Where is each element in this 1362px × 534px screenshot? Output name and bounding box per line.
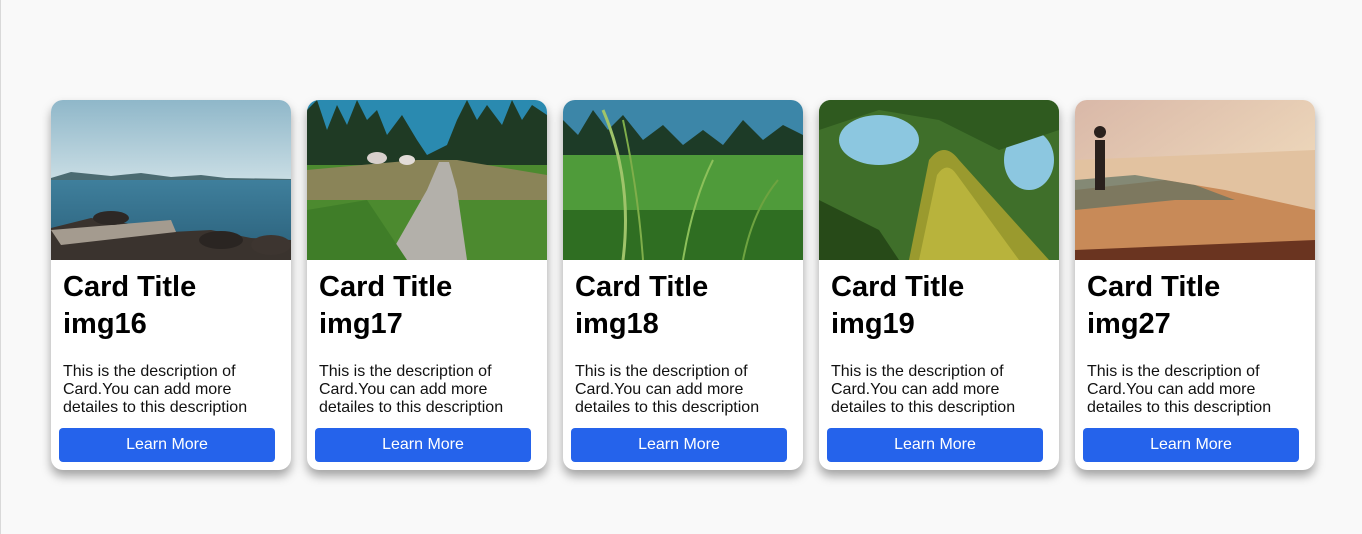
- card: Card Title img16 This is the description…: [51, 100, 291, 470]
- card-description: This is the description of Card.You can …: [1087, 363, 1272, 416]
- card: Card Title img27 This is the description…: [1075, 100, 1315, 470]
- card: Card Title img18 This is the description…: [563, 100, 803, 470]
- mossy-log-image: [819, 100, 1059, 260]
- card-list: Card Title img16 This is the description…: [51, 100, 1315, 470]
- card: Card Title img17 This is the description…: [307, 100, 547, 470]
- card-description: This is the description of Card.You can …: [319, 363, 504, 416]
- forest-path-image: [307, 100, 547, 260]
- learn-more-button[interactable]: Learn More: [827, 428, 1043, 462]
- card: Card Title img19 This is the description…: [819, 100, 1059, 470]
- learn-more-button[interactable]: Learn More: [315, 428, 531, 462]
- card-description: This is the description of Card.You can …: [575, 363, 760, 416]
- sea-rocks-image: [51, 100, 291, 260]
- card-title: Card Title img16: [63, 271, 197, 340]
- card-title: Card Title img18: [575, 271, 709, 340]
- card-title: Card Title img19: [831, 271, 965, 340]
- card-title: Card Title img17: [319, 271, 453, 340]
- coast-sunset-image: [1075, 100, 1315, 260]
- learn-more-button[interactable]: Learn More: [1083, 428, 1299, 462]
- learn-more-button[interactable]: Learn More: [59, 428, 275, 462]
- card-description: This is the description of Card.You can …: [63, 363, 248, 416]
- grass-field-image: [563, 100, 803, 260]
- card-title: Card Title img27: [1087, 271, 1221, 340]
- learn-more-button[interactable]: Learn More: [571, 428, 787, 462]
- card-description: This is the description of Card.You can …: [831, 363, 1016, 416]
